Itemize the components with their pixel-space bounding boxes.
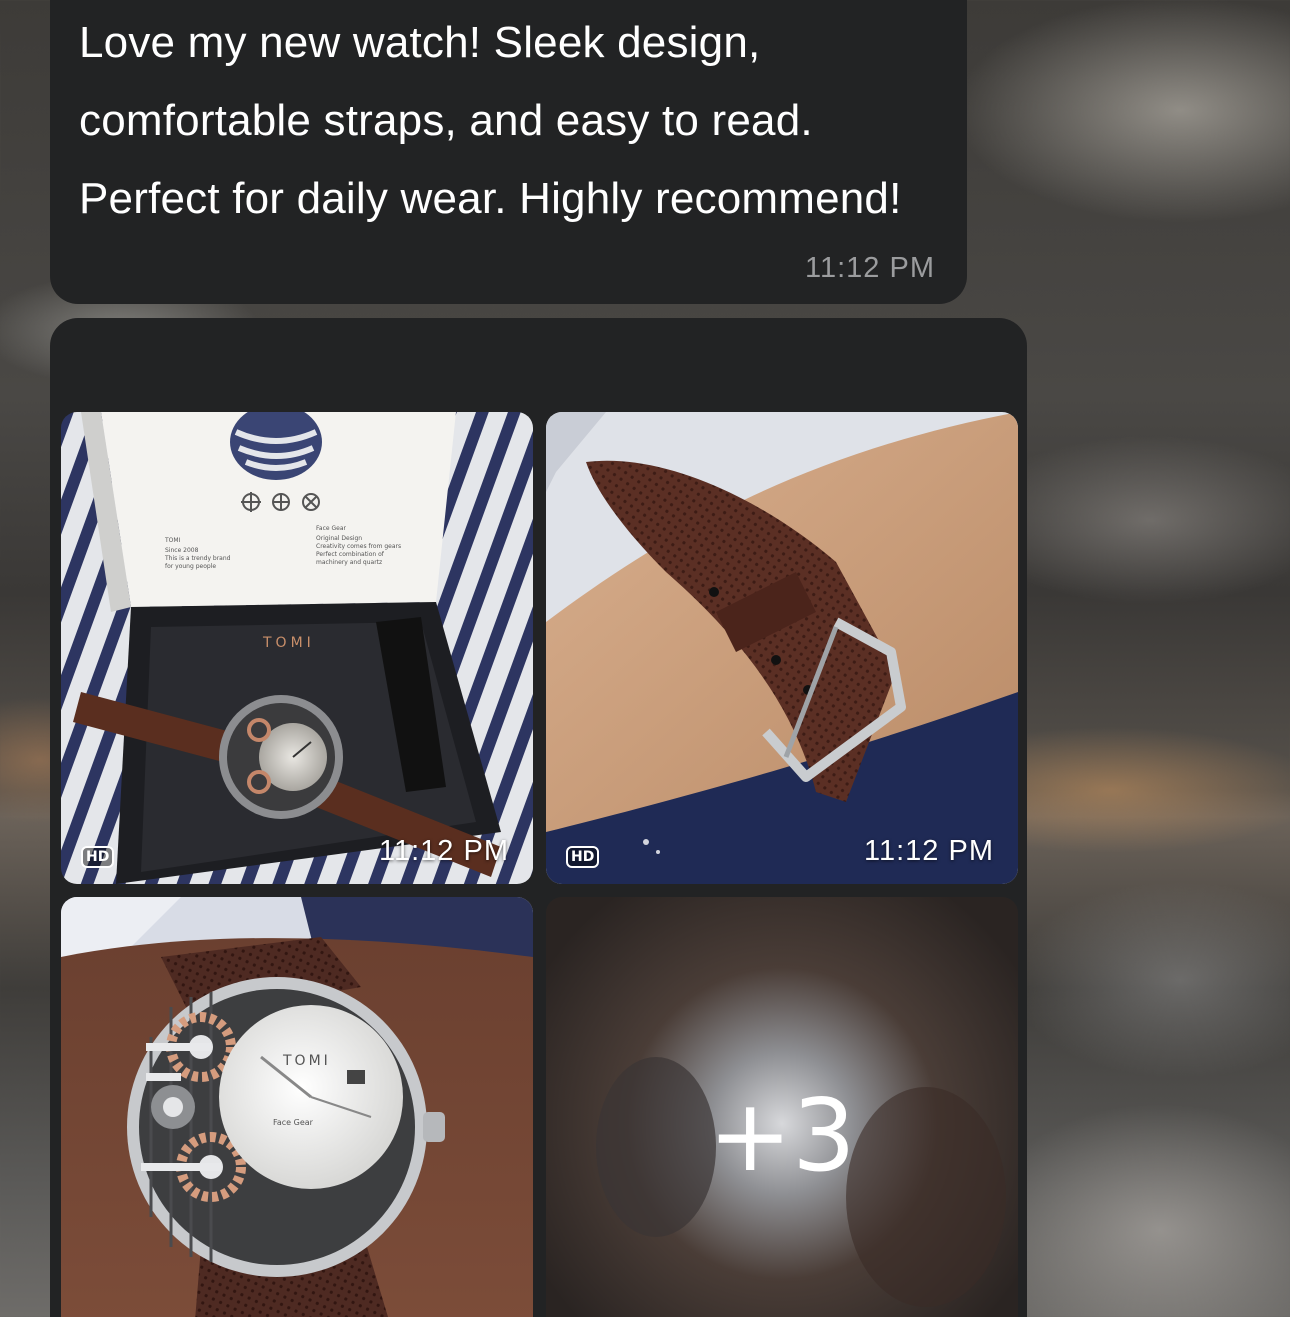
svg-text:Creativity comes from gears: Creativity comes from gears	[316, 543, 401, 550]
hd-badge: HD	[566, 846, 600, 868]
strap-wrist-image	[546, 412, 1018, 884]
album-photo-watch-box[interactable]: TOMI Since 2008 This is a trendy brand f…	[61, 412, 533, 884]
watch-box-image: TOMI Since 2008 This is a trendy brand f…	[61, 412, 533, 884]
svg-text:TOMI: TOMI	[262, 635, 315, 651]
album-more-photos[interactable]: +3	[546, 897, 1018, 1317]
photo-timestamp: 11:12 PM	[864, 835, 994, 867]
svg-text:Original Design: Original Design	[316, 535, 362, 542]
photo-timestamp: 11:12 PM	[379, 835, 509, 867]
dial-brand-text: TOMI	[282, 1053, 331, 1069]
svg-text:Face Gear: Face Gear	[316, 525, 346, 532]
message-bubble-album[interactable]: TOMI Since 2008 This is a trendy brand f…	[50, 318, 1027, 1317]
message-bubble-text[interactable]: Love my new watch! Sleek design, comfort…	[50, 0, 967, 304]
hd-badge: HD	[81, 846, 115, 868]
dial-sub-text: Face Gear	[273, 1118, 314, 1127]
svg-text:Since 2008: Since 2008	[165, 547, 199, 554]
svg-text:Perfect combination of: Perfect combination of	[316, 551, 385, 558]
svg-text:machinery and quartz: machinery and quartz	[316, 559, 382, 566]
message-text: Love my new watch! Sleek design, comfort…	[79, 18, 902, 223]
svg-text:TOMI: TOMI	[164, 537, 181, 544]
svg-text:This is a trendy brand: This is a trendy brand	[164, 555, 231, 562]
album-photo-strap-wrist[interactable]: HD 11:12 PM	[546, 412, 1018, 884]
more-photos-count: +3	[708, 1077, 856, 1194]
message-timestamp: 11:12 PM	[805, 252, 935, 284]
watch-wrist-image: TOMI Face Gear	[61, 897, 533, 1317]
svg-text:for young people: for young people	[165, 563, 216, 570]
album-photo-watch-wrist[interactable]: TOMI Face Gear	[61, 897, 533, 1317]
